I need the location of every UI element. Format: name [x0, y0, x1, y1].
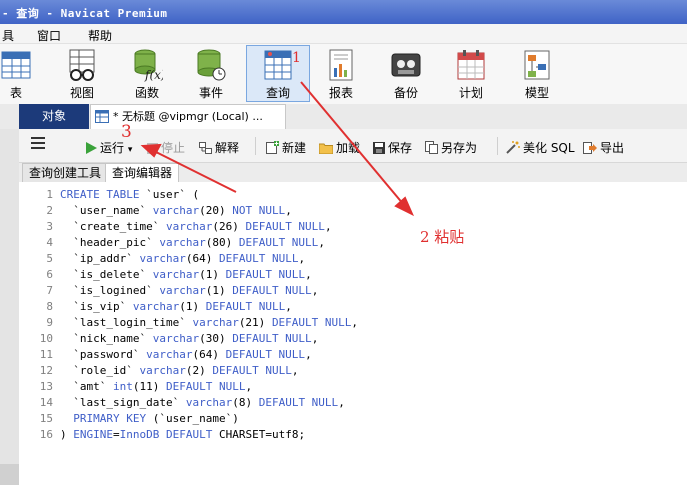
annotation-step-3: 3	[121, 122, 132, 142]
annotation-step-2: 2 粘贴	[420, 228, 465, 246]
annotation-arrow-paste	[300, 81, 405, 206]
annotation-arrowhead	[140, 143, 162, 158]
annotation-arrow-run	[155, 151, 237, 193]
annotation-arrowhead	[394, 196, 415, 217]
annotation-overlay	[140, 81, 415, 217]
annotation-step-1: 1	[292, 50, 301, 66]
